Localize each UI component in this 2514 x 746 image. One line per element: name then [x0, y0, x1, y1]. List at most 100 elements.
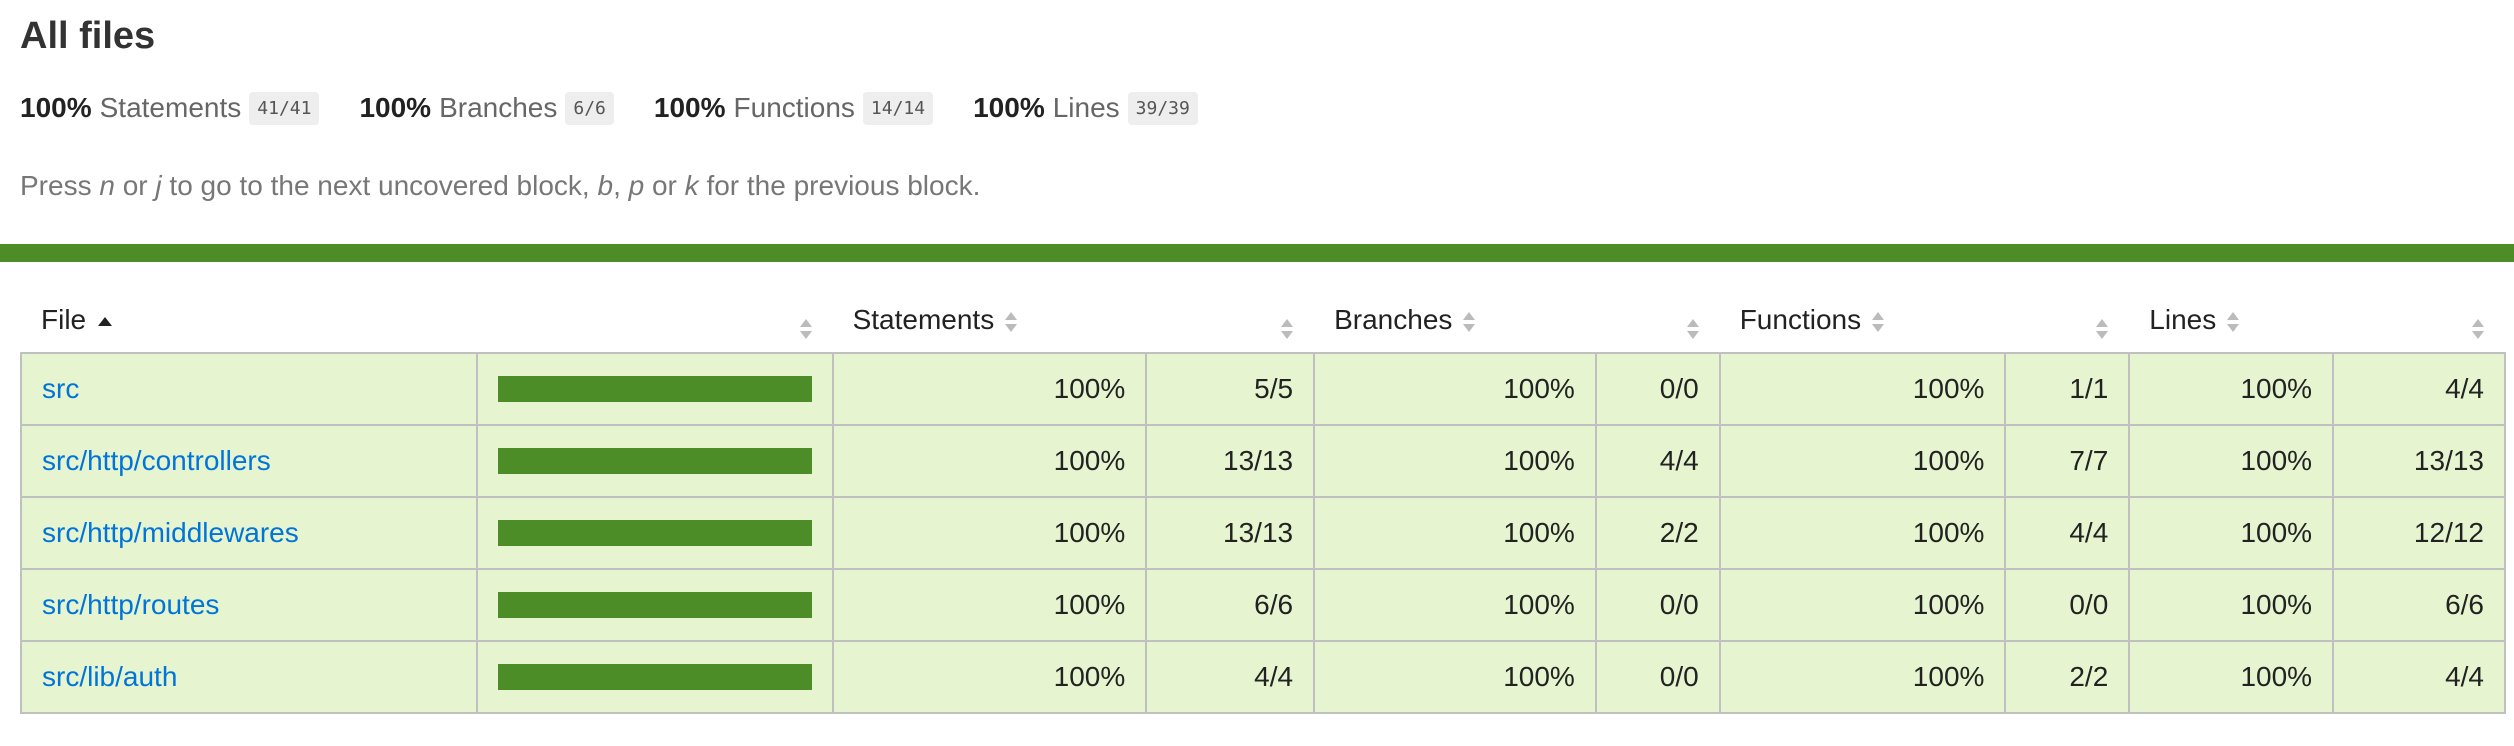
table-row: src/http/controllers 100% 13/13 100% 4/4…: [20, 424, 2506, 498]
sort-icon: [1280, 317, 1294, 341]
branches-pct: 100%: [1313, 352, 1597, 426]
branches-fraction: 0/0: [1594, 352, 1721, 426]
file-cell: src/http/middlewares: [20, 496, 478, 570]
header-functions-fraction[interactable]: [2005, 288, 2129, 353]
sort-icon: [2095, 317, 2109, 341]
header-lines-fraction[interactable]: [2333, 288, 2505, 353]
file-cell: src/lib/auth: [20, 640, 478, 714]
lines-fraction: 13/13: [2332, 424, 2506, 498]
file-link[interactable]: src/http/controllers: [42, 445, 271, 476]
summary-branches-pct: 100%: [359, 92, 432, 123]
hint-key-k: k: [684, 170, 699, 201]
hint-text: for the previous block.: [698, 170, 981, 201]
coverage-status-bar: [0, 244, 2514, 262]
functions-fraction: 7/7: [2004, 424, 2131, 498]
coverage-bar: [497, 376, 812, 402]
coverage-bar-cell: [475, 568, 834, 642]
statements-pct: 100%: [831, 640, 1148, 714]
hint-key-p: p: [628, 170, 645, 201]
keyboard-hint: Press n or j to go to the next uncovered…: [20, 166, 2494, 206]
coverage-bar-fill: [497, 592, 812, 618]
summary-lines-fraction: 39/39: [1127, 91, 1198, 125]
statements-pct: 100%: [831, 568, 1148, 642]
header-functions-label: Functions: [1739, 304, 1862, 335]
summary-branches-label: Branches: [439, 92, 558, 123]
functions-pct: 100%: [1718, 352, 2007, 426]
lines-pct: 100%: [2128, 424, 2335, 498]
sort-icon: [799, 317, 813, 341]
header-lines-label: Lines: [2149, 304, 2217, 335]
branches-fraction: 0/0: [1594, 568, 1721, 642]
summary-lines-pct: 100%: [973, 92, 1045, 123]
coverage-bar: [497, 664, 812, 690]
header-statements-label: Statements: [852, 304, 995, 335]
table-header-row: File Statements Branches Functions Lines: [21, 288, 2505, 353]
statements-fraction: 4/4: [1145, 640, 1316, 714]
functions-pct: 100%: [1718, 424, 2007, 498]
table-row: src/lib/auth 100% 4/4 100% 0/0 100% 2/2 …: [20, 640, 2506, 714]
file-link[interactable]: src/http/middlewares: [42, 517, 299, 548]
branches-fraction: 2/2: [1594, 496, 1721, 570]
sort-ascending-icon: [98, 317, 113, 327]
branches-pct: 100%: [1313, 568, 1597, 642]
coverage-bar: [497, 592, 812, 618]
coverage-bar-cell: [475, 352, 834, 426]
file-link[interactable]: src/lib/auth: [42, 661, 177, 692]
summary-statements-fraction: 41/41: [249, 91, 320, 125]
functions-fraction: 2/2: [2004, 640, 2131, 714]
branches-fraction: 0/0: [1594, 640, 1721, 714]
summary-functions: 100% Functions 14/14: [653, 91, 934, 125]
functions-pct: 100%: [1718, 568, 2007, 642]
functions-pct: 100%: [1718, 496, 2007, 570]
hint-text: to go to the next uncovered block,: [161, 170, 598, 201]
branches-pct: 100%: [1313, 424, 1597, 498]
summary-functions-pct: 100%: [653, 92, 726, 123]
file-link[interactable]: src/http/routes: [42, 589, 219, 620]
header-branches[interactable]: Branches: [1314, 288, 1596, 353]
coverage-table: File Statements Branches Functions Lines…: [20, 288, 2506, 714]
header-statements[interactable]: Statements: [833, 288, 1147, 353]
summary-functions-fraction: 14/14: [862, 91, 934, 125]
header-coverage-bar[interactable]: [477, 288, 833, 353]
hint-key-b: b: [597, 170, 614, 201]
header-statements-fraction[interactable]: [1146, 288, 1314, 353]
coverage-bar-cell: [475, 640, 834, 714]
functions-pct: 100%: [1718, 640, 2007, 714]
header-lines[interactable]: Lines: [2129, 288, 2333, 353]
sort-icon: [1462, 310, 1476, 334]
hint-text: Press: [20, 170, 100, 201]
statements-fraction: 13/13: [1145, 496, 1316, 570]
lines-pct: 100%: [2128, 496, 2335, 570]
summary-statements-label: Statements: [99, 92, 242, 123]
summary-branches-fraction: 6/6: [565, 91, 614, 125]
statements-fraction: 6/6: [1145, 568, 1316, 642]
file-cell: src: [20, 352, 478, 426]
sort-icon: [2471, 317, 2485, 341]
sort-icon: [1686, 317, 1700, 341]
coverage-bar-fill: [497, 520, 812, 546]
header-functions[interactable]: Functions: [1720, 288, 2006, 353]
header-branches-label: Branches: [1334, 304, 1453, 335]
file-link[interactable]: src: [42, 373, 79, 404]
hint-key-n: n: [99, 170, 115, 201]
table-row: src/http/middlewares 100% 13/13 100% 2/2…: [20, 496, 2506, 570]
file-cell: src/http/controllers: [20, 424, 478, 498]
coverage-bar-cell: [475, 496, 834, 570]
coverage-bar-fill: [497, 664, 812, 690]
header-file[interactable]: File: [21, 288, 477, 353]
functions-fraction: 0/0: [2004, 568, 2131, 642]
summary-functions-label: Functions: [733, 92, 855, 123]
coverage-summary: 100% Statements 41/41 100% Branches 6/6 …: [20, 88, 2494, 128]
file-cell: src/http/routes: [20, 568, 478, 642]
summary-statements-pct: 100%: [20, 92, 92, 123]
header-branches-fraction[interactable]: [1596, 288, 1720, 353]
hint-text: or: [114, 170, 156, 201]
functions-fraction: 4/4: [2004, 496, 2131, 570]
header-file-label: File: [41, 304, 87, 335]
coverage-bar: [497, 520, 812, 546]
statements-fraction: 13/13: [1145, 424, 1316, 498]
lines-fraction: 4/4: [2332, 640, 2506, 714]
statements-pct: 100%: [831, 496, 1148, 570]
page-title: All files: [20, 15, 156, 57]
report-header: All files 100% Statements 41/41 100% Bra…: [0, 0, 2514, 206]
